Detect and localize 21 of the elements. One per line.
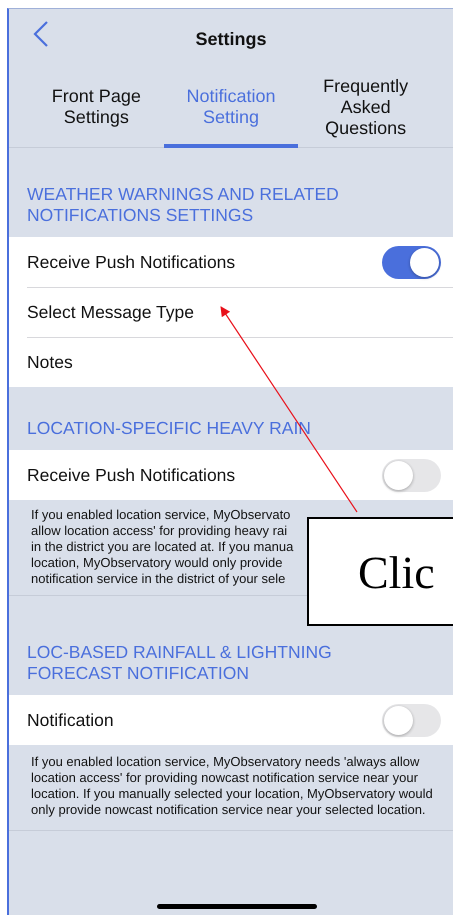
menu-item[interactable]: Notes	[27, 352, 73, 372]
setting-label: Receive Push Notifications	[27, 252, 236, 272]
toggle-switch[interactable]	[382, 458, 441, 492]
tab[interactable]: Front Page Settings	[29, 70, 164, 148]
setting-label: Notification	[27, 710, 114, 730]
toggle-switch[interactable]	[382, 704, 441, 736]
note-text: If you enabled location service, MyObservatory needs 'always allow location access' for providing nowcast notification service near your location. If you manually selected your location, MyObservatory would only provide nowcast notification service near your selected location.	[31, 754, 433, 817]
note-text: If you enabled location service, MyObservato	[31, 507, 290, 523]
note-text: allow location access' for providing heavy rai	[31, 523, 288, 539]
back-icon[interactable]	[33, 21, 49, 47]
section-header: WEATHER WARNINGS AND RELATED NOTIFICATIONS SETTINGS	[26, 183, 340, 227]
note-text: notification service in the district of your sele	[31, 571, 286, 587]
note-text: location, MyObservatory would only provide	[31, 555, 282, 571]
setting-label: Receive Push Notifications	[27, 464, 236, 486]
callout-text: Clic	[358, 547, 435, 598]
note-text: in the district you are located at. If you manua	[31, 539, 294, 555]
section-header: LOC-BASED RAINFALL & LIGHTNING FORECAST NOTIFICATION	[26, 641, 333, 685]
toggle-switch[interactable]	[382, 246, 441, 278]
menu-item[interactable]: Select Message Type	[27, 302, 194, 322]
screen-title: Settings	[195, 29, 266, 50]
tab[interactable]: Frequently Asked Questions	[298, 70, 433, 148]
